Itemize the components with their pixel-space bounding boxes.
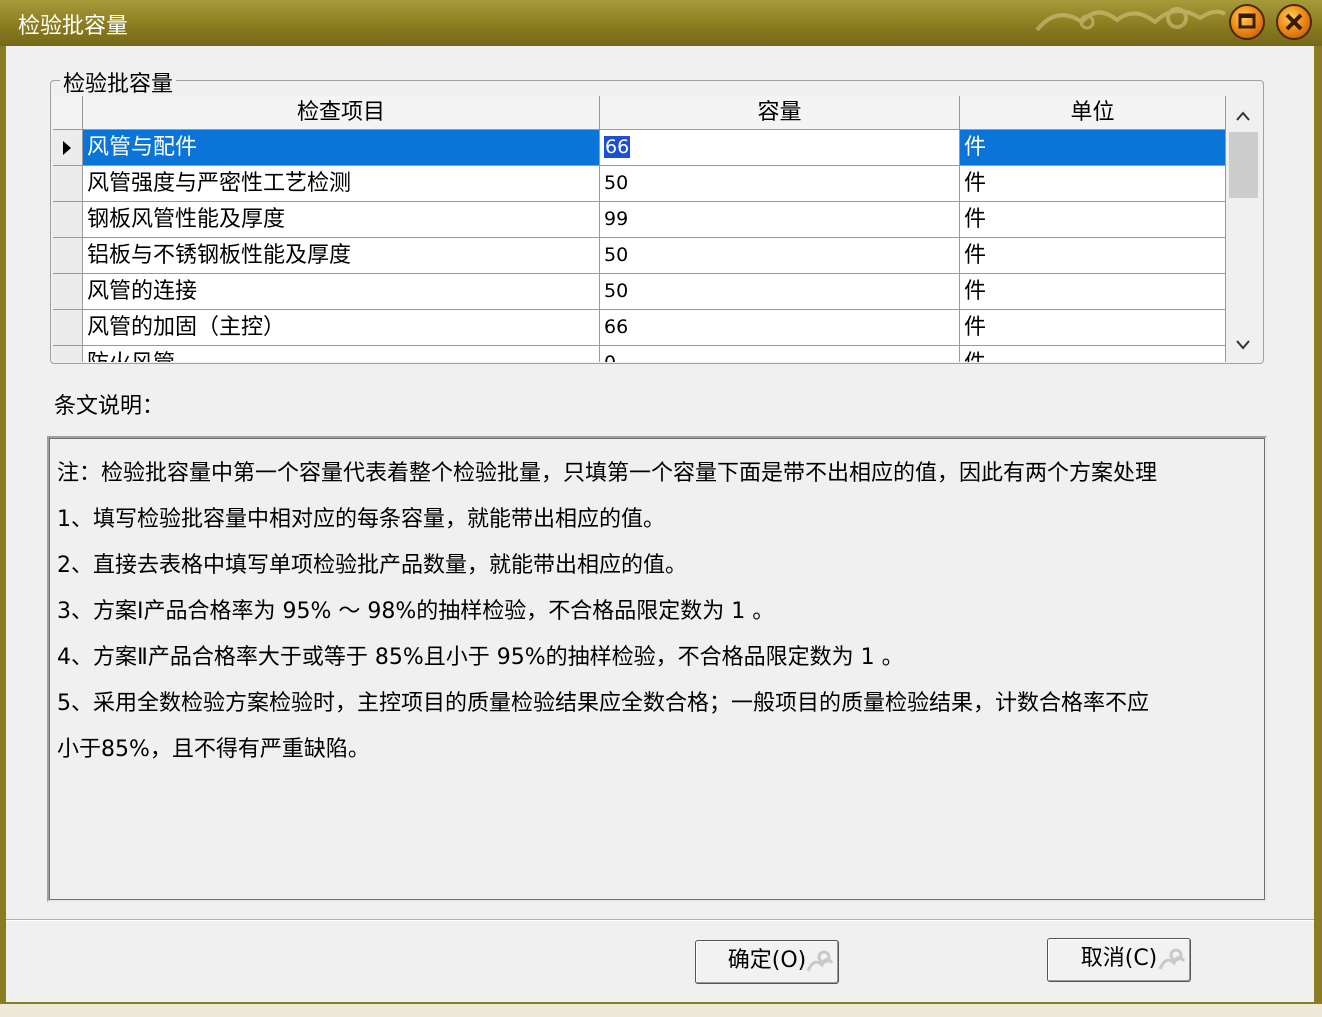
table-cell-unit[interactable]: 件 xyxy=(960,274,1226,310)
cell-text: 件 xyxy=(964,135,987,160)
table-cell-item[interactable]: 风管与配件 xyxy=(83,130,600,166)
row-header[interactable] xyxy=(53,346,83,362)
ok-button-label: 确定(O) xyxy=(727,948,807,973)
table-cell-unit[interactable]: 件 xyxy=(960,166,1226,202)
row-header[interactable] xyxy=(53,310,83,346)
column-header-capacity[interactable]: 容量 xyxy=(600,96,960,130)
notes-textbox[interactable]: 注：检验批容量中第一个容量代表着整个检验批量，只填第一个容量下面是带不出相应的值… xyxy=(47,436,1267,902)
ok-button[interactable]: 确定(O) xyxy=(695,940,839,984)
cancel-button[interactable]: 取消(C) xyxy=(1047,938,1191,982)
cloud-ornament-icon xyxy=(806,950,834,972)
row-header[interactable] xyxy=(53,202,83,238)
column-header-item[interactable]: 检查项目 xyxy=(83,96,600,130)
minimize-icon xyxy=(1238,13,1256,29)
note-line: 注：检验批容量中第一个容量代表着整个检验批量，只填第一个容量下面是带不出相应的值… xyxy=(57,461,1158,486)
capacity-grid[interactable]: 检查项目 容量 单位 风管与配件 66 件 风管强度与严密性工艺检测 50 件 … xyxy=(53,96,1261,362)
table-cell-capacity[interactable]: 50 xyxy=(600,238,960,274)
table-cell-capacity[interactable]: 0 xyxy=(600,346,960,362)
table-cell-item[interactable]: 钢板风管性能及厚度 xyxy=(83,202,600,238)
table-cell-item[interactable]: 防火风管 xyxy=(83,346,600,362)
window-border-right xyxy=(1314,46,1322,1015)
table-cell-item[interactable]: 风管的加固（主控） xyxy=(83,310,600,346)
scroll-down-button[interactable] xyxy=(1226,328,1261,362)
notes-content: 注：检验批容量中第一个容量代表着整个检验批量，只填第一个容量下面是带不出相应的值… xyxy=(49,438,1265,900)
cell-text: 风管与配件 xyxy=(87,135,198,160)
table-cell-item[interactable]: 风管强度与严密性工艺检测 xyxy=(83,166,600,202)
title-bar[interactable]: 检验批容量 xyxy=(0,0,1322,46)
capacity-group-label: 检验批容量 xyxy=(60,66,177,98)
minimize-button[interactable] xyxy=(1229,4,1265,40)
table-cell-unit[interactable]: 件 xyxy=(960,346,1226,362)
note-line: 5、采用全数检验方案检验时，主控项目的质量检验结果应全数合格；一般项目的质量检验… xyxy=(57,691,1150,716)
scroll-up-button[interactable] xyxy=(1226,98,1261,132)
row-header[interactable] xyxy=(53,130,83,166)
note-line: 小于85%，且不得有严重缺陷。 xyxy=(57,737,370,762)
table-cell-unit[interactable]: 件 xyxy=(960,310,1226,346)
chevron-down-icon xyxy=(1236,340,1250,350)
row-pointer-icon xyxy=(63,141,71,155)
table-cell-item[interactable]: 风管的连接 xyxy=(83,274,600,310)
table-cell-unit[interactable]: 件 xyxy=(960,238,1226,274)
note-line: 4、方案Ⅱ产品合格率大于或等于 85%且小于 95%的抽样检验，不合格品限定数为… xyxy=(57,645,904,670)
window-border-left xyxy=(0,46,6,1015)
close-button[interactable] xyxy=(1276,4,1312,40)
window-title: 检验批容量 xyxy=(18,14,129,39)
grid-vertical-scrollbar[interactable] xyxy=(1226,96,1261,362)
cancel-button-label: 取消(C) xyxy=(1080,946,1158,971)
scrollbar-thumb[interactable] xyxy=(1229,132,1258,198)
notes-label: 条文说明： xyxy=(54,394,165,419)
table-cell-unit[interactable]: 件 xyxy=(960,202,1226,238)
table-cell-item[interactable]: 铝板与不锈钢板性能及厚度 xyxy=(83,238,600,274)
row-header-corner xyxy=(53,96,83,130)
column-header-unit[interactable]: 单位 xyxy=(960,96,1226,130)
chevron-up-icon xyxy=(1236,111,1250,121)
table-cell-capacity[interactable]: 50 xyxy=(600,166,960,202)
note-line: 2、直接去表格中填写单项检验批产品数量，就能带出相应的值。 xyxy=(57,553,687,578)
table-cell-capacity[interactable]: 50 xyxy=(600,274,960,310)
note-line: 1、填写检验批容量中相对应的每条容量，就能带出相应的值。 xyxy=(57,507,665,532)
row-header[interactable] xyxy=(53,238,83,274)
close-icon xyxy=(1285,13,1303,31)
cell-edit-value[interactable]: 66 xyxy=(602,135,632,159)
note-line: 3、方案Ⅰ产品合格率为 95% ～ 98%的抽样检验，不合格品限定数为 1 。 xyxy=(57,599,775,624)
table-cell-capacity[interactable]: 66 xyxy=(600,310,960,346)
table-cell-capacity[interactable]: 99 xyxy=(600,202,960,238)
table-cell-unit[interactable]: 件 xyxy=(960,130,1226,166)
row-header[interactable] xyxy=(53,166,83,202)
table-cell-capacity-editing[interactable]: 66 xyxy=(600,130,960,166)
row-header[interactable] xyxy=(53,274,83,310)
footer-divider xyxy=(6,919,1314,921)
cloud-ornament-icon xyxy=(1035,7,1227,32)
cloud-ornament-icon xyxy=(1158,948,1186,970)
